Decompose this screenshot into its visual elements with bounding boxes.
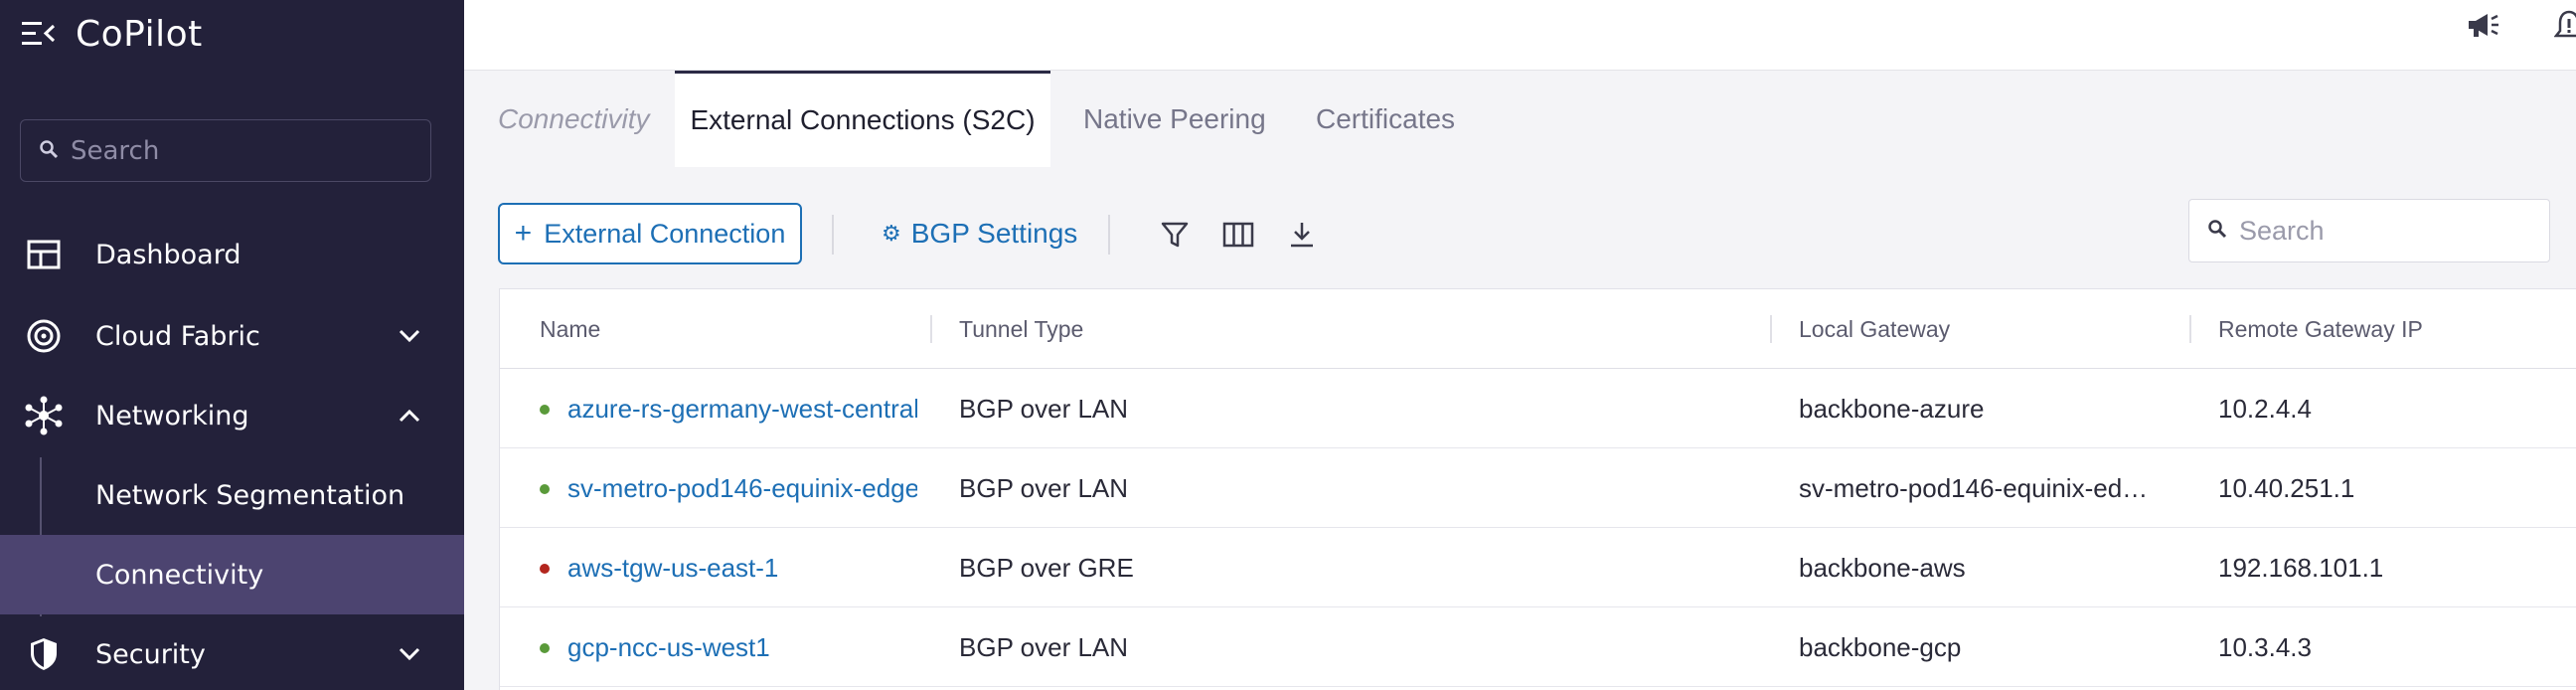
sidebar-item-security[interactable]: Security xyxy=(0,614,464,690)
app-title: CoPilot xyxy=(76,13,203,55)
sidebar-item-network-segmentation[interactable]: Network Segmentation xyxy=(0,455,464,535)
table-search-input[interactable]: Search xyxy=(2188,199,2550,262)
connections-table: Name Tunnel Type Local Gateway Remote Ga… xyxy=(499,288,2576,690)
table-row[interactable]: gcp-ncc-us-west1 BGP over LAN backbone-g… xyxy=(500,607,2576,687)
connection-name-link[interactable]: azure-rs-germany-west-central xyxy=(567,369,917,448)
chevron-down-icon[interactable] xyxy=(394,320,425,352)
search-icon xyxy=(39,139,59,163)
column-resizer[interactable] xyxy=(930,315,932,343)
bgp-button-label: BGP Settings xyxy=(910,218,1078,249)
add-button-label: External Connection xyxy=(544,218,786,249)
column-resizer[interactable] xyxy=(2189,315,2191,343)
connection-name-link[interactable]: aws-tgw-us-east-1 xyxy=(567,528,917,607)
alert-bell-icon[interactable] xyxy=(2549,6,2576,46)
toolbar-divider xyxy=(1108,215,1110,255)
top-bar xyxy=(464,0,2576,71)
tab-external-connections[interactable]: External Connections (S2C) xyxy=(675,71,1050,167)
cloud-fabric-icon xyxy=(24,316,64,356)
search-icon xyxy=(2207,219,2227,243)
local-gateway-cell: backbone-azure xyxy=(1799,393,1985,424)
plus-icon: + xyxy=(514,217,533,250)
tunnel-type-cell: BGP over LAN xyxy=(959,631,1129,662)
sidebar-item-label: Dashboard xyxy=(95,239,242,270)
chevron-up-icon[interactable] xyxy=(394,400,425,431)
connection-name-link[interactable]: gcp-ncc-us-west1 xyxy=(567,607,917,687)
sidebar-item-cloud-fabric[interactable]: Cloud Fabric xyxy=(0,296,464,376)
table-row[interactable]: aws-tgw-us-east-1 BGP over GRE backbone-… xyxy=(500,528,2576,607)
sidebar-item-dashboard[interactable]: Dashboard xyxy=(0,215,464,294)
tab-label: Native Peering xyxy=(1083,102,1266,134)
status-dot-icon xyxy=(540,484,550,494)
sidebar-item-label: Networking xyxy=(95,400,249,431)
add-external-connection-button[interactable]: + External Connection xyxy=(498,203,802,264)
sidebar-item-label: Network Segmentation xyxy=(95,479,405,511)
toolbar-divider xyxy=(832,215,834,255)
tab-connectivity[interactable]: Connectivity xyxy=(498,71,650,167)
status-dot-icon xyxy=(540,564,550,574)
column-header-label: Tunnel Type xyxy=(959,315,1084,342)
tab-native-peering[interactable]: Native Peering xyxy=(1083,71,1266,167)
sidebar-item-connectivity[interactable]: Connectivity xyxy=(0,535,464,614)
sidebar-search-input[interactable]: Search xyxy=(20,119,431,182)
status-dot-icon xyxy=(540,405,550,415)
tunnel-type-cell: BGP over LAN xyxy=(959,393,1129,424)
sidebar: CoPilot Search Dashboard Cloud Fabric Ne… xyxy=(0,0,464,690)
gear-icon: ⚙ xyxy=(882,221,901,246)
sidebar-item-networking[interactable]: Networking xyxy=(0,376,464,455)
shield-icon xyxy=(24,634,64,674)
bgp-settings-button[interactable]: ⚙ BGP Settings xyxy=(882,203,1077,264)
column-header-local-gateway[interactable]: Local Gateway xyxy=(1799,289,1950,369)
tunnel-type-cell: BGP over LAN xyxy=(959,472,1129,503)
remote-gateway-ip-cell: 10.40.251.1 xyxy=(2218,472,2355,503)
column-header-label: Local Gateway xyxy=(1799,315,1951,342)
local-gateway-cell: backbone-gcp xyxy=(1799,631,1962,662)
download-icon[interactable] xyxy=(1282,215,1322,255)
local-gateway-cell: backbone-aws xyxy=(1799,552,1966,583)
remote-gateway-ip-cell: 10.3.4.3 xyxy=(2218,631,2312,662)
connection-name-link[interactable]: sv-metro-pod146-equinix-edge xyxy=(567,448,917,528)
collapse-menu-icon[interactable] xyxy=(22,16,58,52)
columns-icon[interactable] xyxy=(1218,215,1258,255)
tab-bar: Connectivity External Connections (S2C) … xyxy=(464,71,2576,167)
column-header-tunnel-type[interactable]: Tunnel Type xyxy=(959,289,1083,369)
tab-certificates[interactable]: Certificates xyxy=(1316,71,1455,167)
filter-icon[interactable] xyxy=(1155,215,1195,255)
sidebar-search-placeholder: Search xyxy=(71,135,160,166)
dashboard-icon xyxy=(24,235,64,274)
column-header-remote-gateway-ip[interactable]: Remote Gateway IP xyxy=(2218,289,2423,369)
remote-gateway-ip-cell: 10.2.4.4 xyxy=(2218,393,2312,424)
column-resizer[interactable] xyxy=(1770,315,1772,343)
status-dot-icon xyxy=(540,643,550,653)
networking-icon xyxy=(24,396,64,435)
local-gateway-cell: sv-metro-pod146-equinix-ed… xyxy=(1799,472,2149,503)
table-search-placeholder: Search xyxy=(2239,215,2325,246)
announcement-icon[interactable] xyxy=(2464,6,2503,46)
toolbar: + External Connection ⚙ BGP Settings Sea… xyxy=(464,167,2576,286)
sidebar-item-label: Connectivity xyxy=(95,559,264,591)
column-header-label: Name xyxy=(540,315,601,342)
tunnel-type-cell: BGP over GRE xyxy=(959,552,1134,583)
tab-label: Certificates xyxy=(1316,102,1456,134)
table-row[interactable]: azure-rs-germany-west-central BGP over L… xyxy=(500,369,2576,448)
column-header-name[interactable]: Name xyxy=(540,289,600,369)
remote-gateway-ip-cell: 192.168.101.1 xyxy=(2218,552,2384,583)
sidebar-item-label: Security xyxy=(95,638,206,670)
tab-label: External Connections (S2C) xyxy=(690,104,1036,135)
sidebar-item-label: Cloud Fabric xyxy=(95,320,260,352)
table-row[interactable]: sv-metro-pod146-equinix-edge BGP over LA… xyxy=(500,448,2576,528)
chevron-down-icon[interactable] xyxy=(394,638,425,670)
brand: CoPilot xyxy=(22,10,203,58)
tab-label: Connectivity xyxy=(498,102,650,134)
column-header-label: Remote Gateway IP xyxy=(2218,315,2423,342)
table-header: Name Tunnel Type Local Gateway Remote Ga… xyxy=(500,289,2576,369)
